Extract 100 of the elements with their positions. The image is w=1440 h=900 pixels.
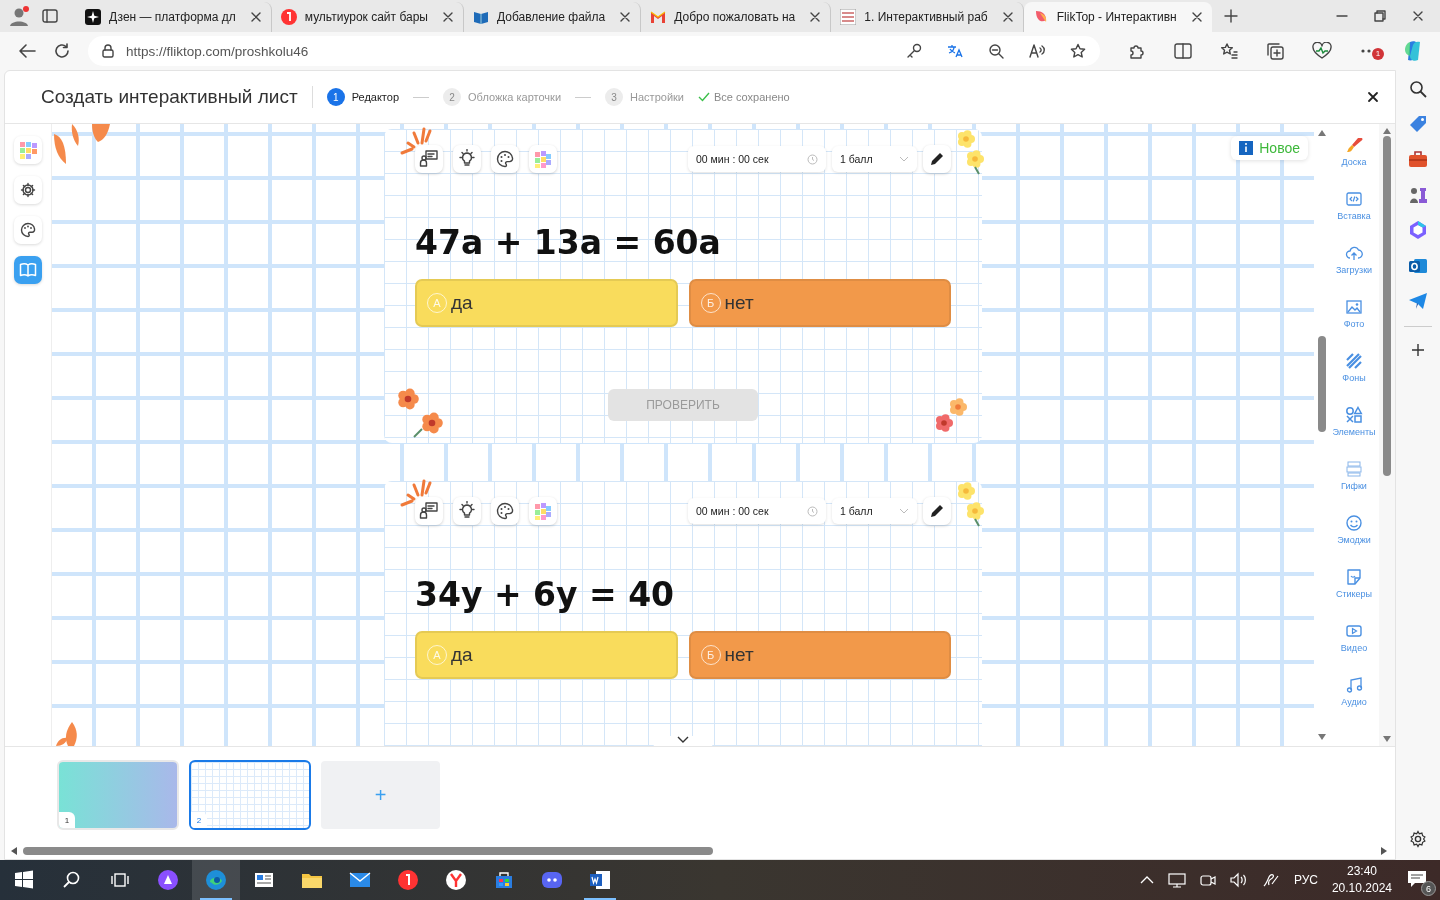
tool-button[interactable]: Гифки bbox=[1332, 460, 1376, 507]
language-indicator[interactable]: РУС bbox=[1293, 873, 1318, 887]
heart-pulse-icon[interactable] bbox=[1312, 42, 1332, 60]
check-icon bbox=[698, 92, 710, 102]
favorites-icon[interactable] bbox=[1220, 42, 1238, 60]
lightbulb-button[interactable] bbox=[453, 497, 481, 525]
chevron-up-icon[interactable] bbox=[1139, 876, 1154, 884]
step-tab[interactable]: 1 Редактор bbox=[326, 88, 400, 106]
tab-actions-icon[interactable] bbox=[42, 9, 58, 23]
timer-field[interactable]: 00 мин : 00 сек bbox=[688, 498, 826, 524]
document-icon bbox=[840, 9, 857, 25]
key-icon[interactable] bbox=[906, 43, 922, 59]
scroll-right-icon[interactable] bbox=[1381, 847, 1387, 855]
speaker-icon[interactable] bbox=[1229, 872, 1248, 888]
paper-plane-icon[interactable] bbox=[1408, 292, 1428, 310]
edit-button[interactable] bbox=[923, 497, 951, 525]
points-dropdown[interactable]: 1 балл bbox=[832, 146, 917, 172]
close-icon[interactable] bbox=[1367, 91, 1379, 103]
browser-tab[interactable]: FlikTop - Интерактивн bbox=[1023, 2, 1212, 32]
split-screen-icon[interactable] bbox=[1174, 43, 1192, 59]
browser-tab[interactable]: Добро пожаловать на bbox=[641, 2, 832, 32]
notifications-icon[interactable] bbox=[1406, 868, 1428, 890]
scroll-left-icon[interactable] bbox=[11, 847, 17, 855]
palette-button[interactable] bbox=[491, 145, 519, 173]
slide-thumbnail[interactable]: 2 bbox=[189, 760, 311, 830]
palette-button[interactable] bbox=[491, 497, 519, 525]
close-icon[interactable] bbox=[1412, 10, 1424, 22]
reload-icon[interactable] bbox=[54, 43, 70, 59]
book-button[interactable] bbox=[14, 256, 42, 284]
tool-button[interactable]: Фото bbox=[1332, 298, 1376, 345]
clock-icon bbox=[807, 505, 818, 517]
tool-button[interactable]: Фоны bbox=[1332, 352, 1376, 399]
zoom-out-icon[interactable] bbox=[988, 43, 1004, 59]
tool-button[interactable]: Эмоджи bbox=[1332, 514, 1376, 561]
lightbulb-button[interactable] bbox=[453, 145, 481, 173]
puzzle-icon[interactable] bbox=[1128, 42, 1146, 60]
scrollbar-thumb[interactable] bbox=[23, 847, 713, 855]
stripes-icon bbox=[1345, 352, 1363, 370]
presenter-button[interactable] bbox=[415, 497, 443, 525]
step-tab[interactable]: 3 Настройки bbox=[605, 88, 684, 106]
tag-icon[interactable] bbox=[1408, 114, 1428, 134]
tool-button[interactable]: Вставка bbox=[1332, 190, 1376, 237]
tool-button[interactable]: Видео bbox=[1332, 622, 1376, 669]
scroll-down-icon[interactable] bbox=[1317, 734, 1326, 740]
read-aloud-icon[interactable] bbox=[1028, 43, 1046, 59]
star-icon[interactable] bbox=[1070, 43, 1086, 59]
back-icon[interactable] bbox=[18, 43, 36, 59]
answer-option[interactable]: Б нет bbox=[688, 631, 951, 679]
browser-tab[interactable]: 1. Интерактивный раб bbox=[831, 2, 1024, 32]
close-icon[interactable] bbox=[1190, 11, 1203, 23]
scroll-up-icon[interactable] bbox=[1317, 130, 1326, 136]
collections-icon[interactable] bbox=[1266, 42, 1284, 60]
browser-tab[interactable]: Добавление файла bbox=[463, 2, 642, 32]
toolbox-icon[interactable] bbox=[1408, 150, 1428, 168]
camera-icon[interactable] bbox=[1199, 872, 1216, 888]
close-icon[interactable] bbox=[441, 11, 454, 23]
address-field[interactable]: https://fliktop.com/proshkolu46 bbox=[88, 36, 1100, 66]
tool-button[interactable]: Элементы bbox=[1332, 406, 1376, 453]
tool-button[interactable]: Стикеры bbox=[1332, 568, 1376, 615]
close-icon[interactable] bbox=[1001, 11, 1014, 23]
tool-button[interactable]: Доска bbox=[1332, 136, 1376, 183]
brush-icon bbox=[1345, 136, 1363, 154]
answer-option[interactable]: Б нет bbox=[688, 279, 951, 327]
hexagon-icon[interactable] bbox=[1408, 220, 1428, 240]
answer-option[interactable]: A да bbox=[415, 279, 678, 327]
play-icon bbox=[1345, 622, 1363, 640]
scroll-down-icon[interactable] bbox=[1383, 736, 1391, 742]
browser-tab[interactable]: мультиурок сайт бары bbox=[271, 2, 464, 32]
browser-tab[interactable]: Дзен — платформа дл bbox=[76, 2, 272, 32]
restore-icon[interactable] bbox=[1374, 10, 1386, 22]
timer-field[interactable]: 00 мин : 00 сек bbox=[688, 146, 826, 172]
presenter-button[interactable] bbox=[415, 145, 443, 173]
close-icon[interactable] bbox=[249, 11, 262, 23]
points-dropdown[interactable]: 1 балл bbox=[832, 498, 917, 524]
color-swatches-button[interactable] bbox=[529, 145, 557, 173]
settings-button[interactable] bbox=[14, 176, 42, 204]
scroll-up-icon[interactable] bbox=[1383, 128, 1391, 134]
scrollbar-thumb[interactable] bbox=[1383, 136, 1391, 476]
close-icon[interactable] bbox=[619, 11, 632, 23]
close-icon[interactable] bbox=[809, 11, 822, 23]
edit-button[interactable] bbox=[923, 145, 951, 173]
step-tab[interactable]: 2 Обложка карточки bbox=[443, 88, 562, 106]
new-tab-icon[interactable] bbox=[1223, 9, 1238, 23]
answer-option[interactable]: A да bbox=[415, 631, 678, 679]
scrollbar-thumb[interactable] bbox=[1317, 336, 1326, 432]
settings-icon[interactable] bbox=[1409, 830, 1427, 848]
slide-thumbnail[interactable]: 1 bbox=[57, 760, 179, 830]
network-icon[interactable] bbox=[1167, 872, 1186, 888]
pen-icon[interactable] bbox=[1261, 872, 1280, 888]
tool-button[interactable]: Загрузки bbox=[1332, 244, 1376, 291]
clock-time[interactable]: 23:40 bbox=[1346, 863, 1377, 880]
profile-icon[interactable] bbox=[8, 5, 30, 27]
translate-icon[interactable] bbox=[946, 43, 964, 59]
color-swatches-button[interactable] bbox=[529, 497, 557, 525]
tool-button[interactable]: Аудио bbox=[1332, 676, 1376, 723]
search-icon[interactable] bbox=[1409, 80, 1427, 98]
theme-button[interactable] bbox=[14, 216, 42, 244]
clock-date[interactable]: 20.10.2024 bbox=[1331, 880, 1392, 897]
add-icon[interactable] bbox=[1411, 343, 1425, 357]
mail-app-icon[interactable] bbox=[1408, 256, 1428, 276]
